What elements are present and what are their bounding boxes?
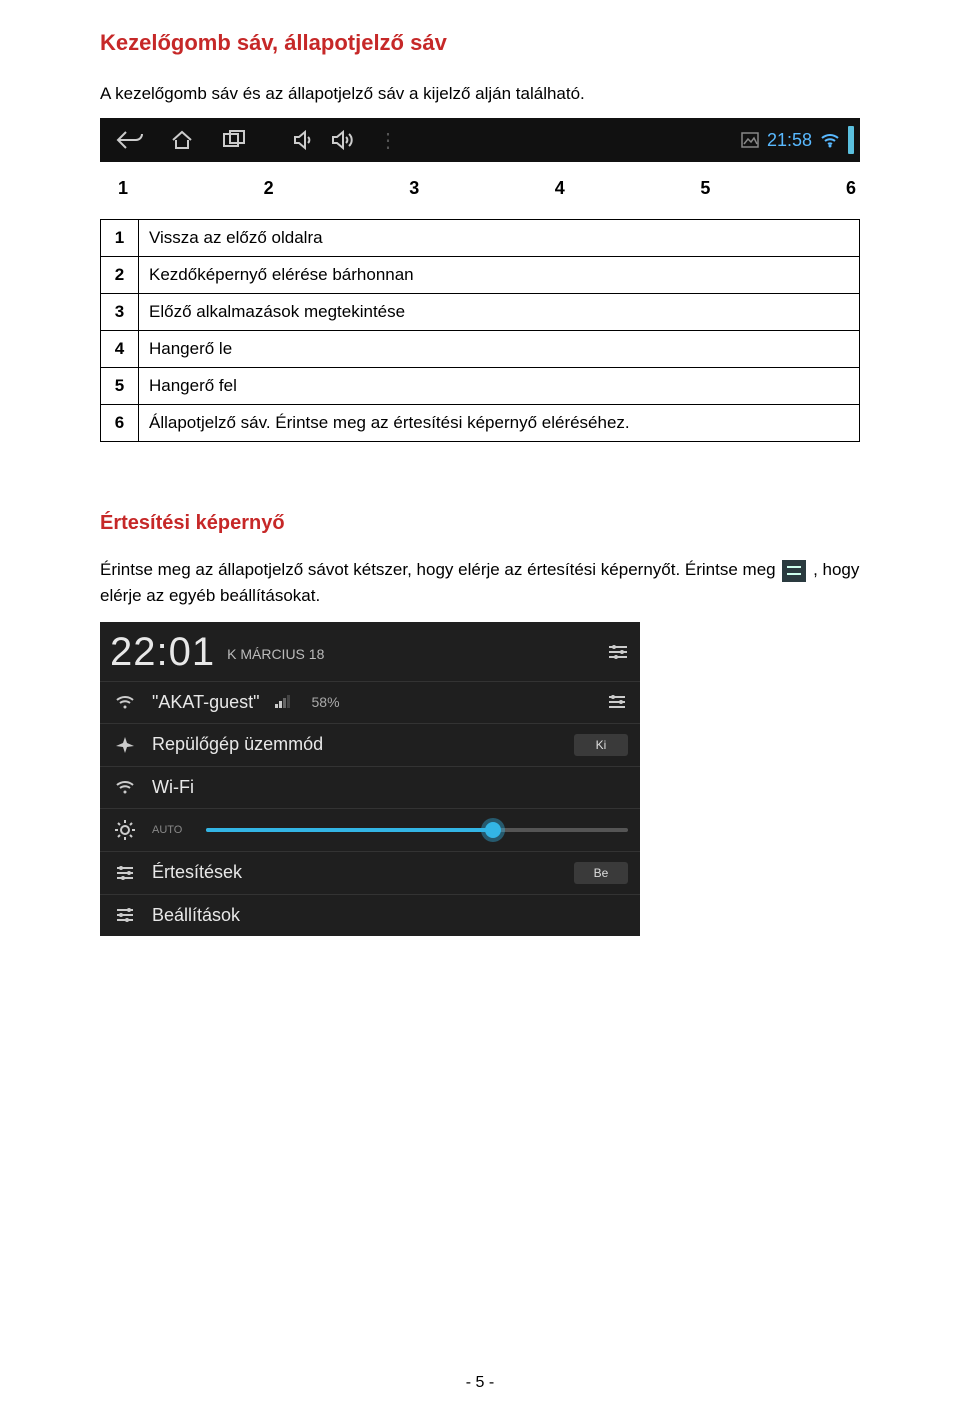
table-row: 6Állapotjelző sáv. Érintse meg az értesí… [101, 405, 860, 442]
cell-text: Előző alkalmazások megtekintése [139, 294, 860, 331]
home-icon [158, 124, 206, 156]
airplane-icon [112, 735, 138, 755]
cell-num: 4 [101, 331, 139, 368]
page-title: Kezelőgomb sáv, állapotjelző sáv [100, 30, 860, 56]
wifi-icon [112, 779, 138, 795]
cell-text: Állapotjelző sáv. Érintse meg az értesít… [139, 405, 860, 442]
cell-num: 2 [101, 257, 139, 294]
wifi-status-row[interactable]: "AKAT-guest" 58% [100, 682, 640, 724]
intro-text: A kezelőgomb sáv és az állapotjelző sáv … [100, 84, 860, 104]
label-1: 1 [118, 178, 178, 199]
status-right-group: 21:58 [741, 126, 854, 154]
volume-icons-group: ⋮ [292, 128, 404, 153]
shade-clock: 22:01 [110, 630, 215, 675]
cell-text: Kezdőképernyő elérése bárhonnan [139, 257, 860, 294]
image-icon [741, 132, 759, 148]
quick-settings-icon[interactable] [606, 641, 630, 663]
notifications-row[interactable]: Értesítések Be [100, 852, 640, 895]
label-2: 2 [264, 178, 324, 199]
label-5: 5 [700, 178, 760, 199]
settings-row[interactable]: Beállítások [100, 895, 640, 936]
number-label-row: 1 2 3 4 5 6 [100, 170, 860, 219]
wifi-percent: 58% [312, 694, 340, 710]
volume-down-icon [292, 129, 316, 151]
auto-label: AUTO [152, 824, 182, 836]
wifi-label: Wi-Fi [152, 777, 628, 798]
wifi-ssid: "AKAT-guest" [152, 692, 260, 713]
table-row: 2Kezdőképernyő elérése bárhonnan [101, 257, 860, 294]
cell-text: Hangerő le [139, 331, 860, 368]
section-title: Értesítési képernyő [100, 512, 860, 535]
wifi-icon [112, 694, 138, 710]
airplane-mode-row[interactable]: Repülőgép üzemmód Ki [100, 724, 640, 767]
label-3: 3 [409, 178, 469, 199]
shade-header: 22:01 K MÁRCIUS 18 [100, 622, 640, 682]
brightness-icon [112, 819, 138, 841]
settings-icon [112, 905, 138, 925]
table-row: 5Hangerő fel [101, 368, 860, 405]
cell-num: 3 [101, 294, 139, 331]
menu-dots-icon: ⋮ [378, 128, 398, 153]
page-number: - 5 - [0, 1374, 960, 1392]
wifi-icon [820, 132, 840, 148]
cell-text: Hangerő fel [139, 368, 860, 405]
cell-text: Vissza az előző oldalra [139, 220, 860, 257]
label-4: 4 [555, 178, 615, 199]
settings-label: Beállítások [152, 905, 628, 926]
brightness-slider[interactable] [206, 828, 628, 832]
notifications-toggle[interactable]: Be [574, 862, 628, 884]
label-6: 6 [846, 178, 856, 199]
wifi-row[interactable]: Wi-Fi [100, 767, 640, 809]
legend-table: 1Vissza az előző oldalra 2Kezdőképernyő … [100, 219, 860, 442]
table-row: 1Vissza az előző oldalra [101, 220, 860, 257]
shade-date: K MÁRCIUS 18 [227, 646, 324, 662]
brightness-row[interactable]: AUTO [100, 809, 640, 852]
table-row: 4Hangerő le [101, 331, 860, 368]
recents-icon [210, 124, 258, 156]
notification-shade: 22:01 K MÁRCIUS 18 "AKAT-guest" 58% Repü… [100, 622, 640, 936]
quick-settings-icon [782, 560, 806, 582]
airplane-label: Repülőgép üzemmód [152, 734, 560, 755]
back-icon [106, 124, 154, 156]
table-row: 3Előző alkalmazások megtekintése [101, 294, 860, 331]
airplane-toggle[interactable]: Ki [574, 734, 628, 756]
cell-num: 1 [101, 220, 139, 257]
battery-icon [848, 126, 854, 154]
para-text-a: Érintse meg az állapotjelző sávot kétsze… [100, 560, 780, 579]
status-clock: 21:58 [767, 130, 812, 151]
cell-num: 6 [101, 405, 139, 442]
nav-icons-group [106, 124, 258, 156]
volume-up-icon [330, 129, 358, 151]
android-status-bar: ⋮ 21:58 [100, 118, 860, 162]
signal-bars-icon [274, 695, 292, 709]
settings-mini-icon[interactable] [606, 692, 628, 712]
notifications-label: Értesítések [152, 862, 560, 883]
notifications-icon [112, 863, 138, 883]
cell-num: 5 [101, 368, 139, 405]
notification-paragraph: Érintse meg az állapotjelző sávot kétsze… [100, 557, 860, 610]
